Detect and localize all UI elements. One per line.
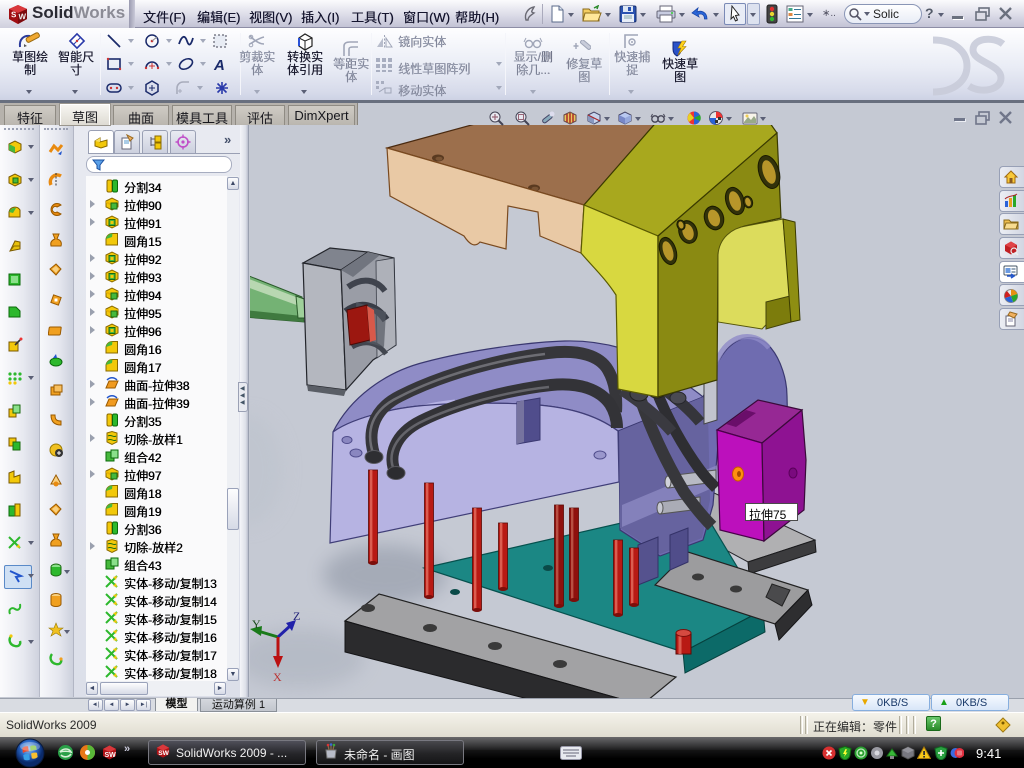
svg-text:SW: SW bbox=[105, 752, 117, 759]
svg-text:S: S bbox=[11, 10, 17, 19]
svg-text:A: A bbox=[213, 57, 225, 72]
svg-text:SW: SW bbox=[158, 750, 169, 757]
svg-text:W: W bbox=[19, 12, 27, 21]
